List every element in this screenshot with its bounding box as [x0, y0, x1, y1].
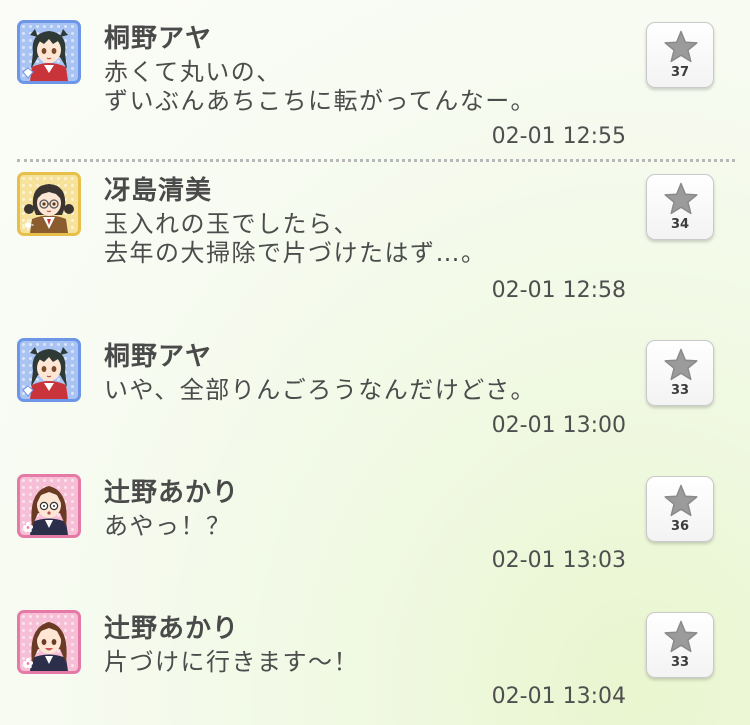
comment-line: 赤くて丸いの、 — [104, 58, 282, 86]
like-button[interactable]: 33 — [646, 612, 714, 678]
like-count: 36 — [670, 519, 690, 534]
gem-badge-icon — [22, 67, 34, 79]
star-icon — [664, 620, 698, 653]
comment-line: 去年の大掃除で片づけたはず…。 — [104, 239, 487, 267]
commenter-name: 辻野あかり — [104, 614, 240, 644]
gem-badge-icon — [22, 385, 34, 397]
comment-text: 赤くて丸いの、 ずいぶんあちこちに転がってんなー。 — [104, 58, 536, 116]
star-icon — [664, 30, 698, 63]
avatar-akari[interactable] — [17, 610, 81, 674]
comment-text: いや、全部りんごろうなんだけどさ。 — [104, 376, 536, 405]
star-icon — [664, 484, 698, 517]
like-button[interactable]: 37 — [646, 22, 714, 88]
comment-text: あやっ！？ — [104, 512, 232, 541]
like-count: 34 — [670, 217, 690, 232]
commenter-name: 冴島清美 — [104, 176, 213, 206]
star-icon — [664, 348, 698, 381]
comment-line: ずいぶんあちこちに転がってんなー。 — [104, 87, 537, 115]
comment-text: 玉入れの玉でしたら、 去年の大掃除で片づけたはず…。 — [104, 210, 487, 268]
comment-timestamp: 02-01 13:00 — [491, 413, 626, 438]
star-icon — [664, 182, 698, 215]
commenter-name: 桐野アヤ — [104, 342, 213, 372]
flower-badge-icon — [23, 522, 33, 533]
avatar-akari[interactable] — [17, 474, 81, 538]
commenter-name: 桐野アヤ — [104, 24, 213, 54]
like-button[interactable]: 33 — [646, 340, 714, 406]
comment-timestamp: 02-01 13:03 — [491, 548, 626, 573]
like-button[interactable]: 36 — [646, 476, 714, 542]
commenter-name: 辻野あかり — [104, 478, 240, 508]
avatar-kiyomi[interactable] — [17, 172, 81, 236]
comment-line: あやっ！？ — [104, 512, 232, 540]
like-button[interactable]: 34 — [646, 174, 714, 240]
comment-text: 片づけに行きます〜！ — [104, 648, 359, 677]
comment-line: 玉入れの玉でしたら、 — [104, 210, 359, 238]
comment-timestamp: 02-01 12:55 — [491, 124, 626, 149]
like-count: 33 — [670, 655, 690, 670]
comment-timestamp: 02-01 12:58 — [491, 278, 626, 303]
like-count: 37 — [670, 65, 690, 80]
avatar-aya[interactable] — [17, 20, 81, 84]
sun-badge-icon — [22, 219, 34, 231]
comment-feed: 桐野アヤ 赤くて丸いの、 ずいぶんあちこちに転がってんなー。 02-01 12:… — [0, 0, 750, 725]
comment-timestamp: 02-01 13:04 — [491, 684, 626, 709]
comment-line: 片づけに行きます〜！ — [104, 648, 359, 676]
avatar-aya[interactable] — [17, 338, 81, 402]
flower-badge-icon — [23, 658, 33, 669]
divider — [17, 159, 735, 162]
like-count: 33 — [670, 383, 690, 398]
comment-line: いや、全部りんごろうなんだけどさ。 — [104, 376, 537, 404]
